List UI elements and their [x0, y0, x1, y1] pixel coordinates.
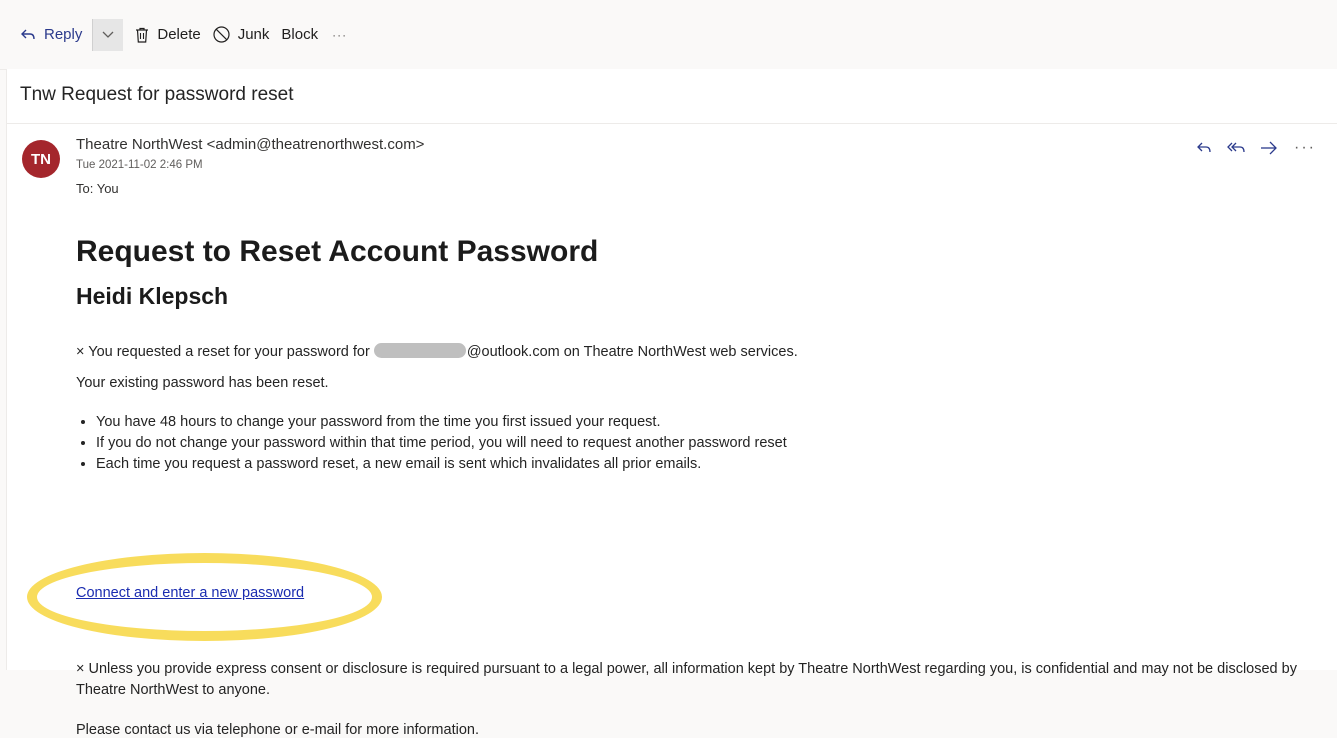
block-button[interactable]: Block	[275, 19, 324, 51]
more-actions-button[interactable]: ···	[1294, 139, 1316, 157]
reading-pane: Tnw Request for password reset TN Theatr…	[6, 69, 1337, 738]
reply-label: Reply	[44, 26, 83, 43]
reply-action[interactable]	[1196, 141, 1212, 155]
subject-divider	[7, 123, 1337, 124]
reply-icon	[1197, 142, 1211, 153]
junk-button[interactable]: Junk	[207, 19, 276, 51]
chevron-down-icon	[102, 31, 114, 38]
existing-password-note: Your existing password has been reset.	[76, 375, 329, 391]
intro-prefix: × You requested a reset for your passwor…	[76, 344, 370, 360]
body-subheading: Heidi Klepsch	[76, 283, 229, 309]
message-actions: ···	[1182, 139, 1316, 157]
info-bullet-list: You have 48 hours to change your passwor…	[76, 412, 787, 475]
sent-date: Tue 2021-11-02 2:46 PM	[76, 159, 203, 171]
sender-avatar[interactable]: TN	[22, 140, 60, 178]
intro-paragraph: × You requested a reset for your passwor…	[76, 343, 798, 360]
intro-suffix: @outlook.com on Theatre NorthWest web se…	[466, 344, 798, 360]
block-circle-icon	[213, 26, 230, 43]
arrow-right-icon	[1261, 141, 1277, 155]
email-subject: Tnw Request for password reset	[20, 84, 294, 105]
delete-label: Delete	[157, 26, 201, 43]
list-item: If you do not change your password withi…	[96, 433, 787, 454]
trash-icon	[136, 27, 149, 43]
reply-options-dropdown[interactable]	[92, 18, 124, 51]
reply-button[interactable]: Reply	[14, 19, 88, 51]
reply-icon	[21, 29, 35, 39]
list-item: Each time you request a password reset, …	[96, 454, 787, 475]
reply-all-action[interactable]	[1226, 141, 1246, 155]
block-label: Block	[281, 26, 319, 43]
more-commands-button[interactable]: ···	[332, 28, 347, 42]
body-heading: Request to Reset Account Password	[76, 235, 599, 268]
contact-paragraph: Please contact us via telephone or e-mai…	[76, 722, 479, 738]
delete-button[interactable]: Delete	[129, 19, 206, 51]
reply-all-icon	[1227, 142, 1245, 153]
reset-password-link[interactable]: Connect and enter a new password	[76, 585, 304, 601]
command-toolbar: Reply Delete Junk Block ···	[0, 0, 1337, 70]
disclaimer-paragraph: × Unless you provide express consent or …	[76, 661, 1297, 698]
list-item: You have 48 hours to change your passwor…	[96, 412, 787, 433]
forward-action[interactable]	[1260, 141, 1278, 155]
sender-name[interactable]: Theatre NorthWest <admin@theatrenorthwes…	[76, 136, 424, 153]
junk-label: Junk	[237, 26, 270, 43]
redacted-email	[373, 343, 466, 358]
recipient-line: To: You	[76, 181, 119, 196]
